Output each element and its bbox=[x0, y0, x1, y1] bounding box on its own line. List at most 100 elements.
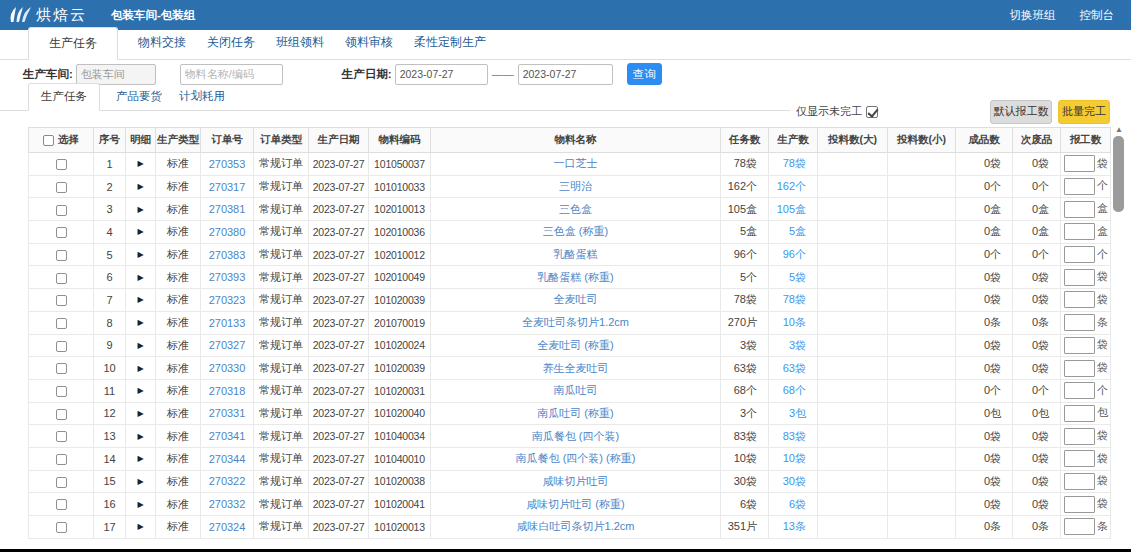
order-number-link[interactable]: 270381 bbox=[201, 198, 254, 221]
order-number-link[interactable]: 270393 bbox=[201, 266, 254, 289]
only-unfinished-checkbox[interactable] bbox=[866, 106, 878, 118]
scrollbar-thumb[interactable] bbox=[1113, 136, 1124, 212]
report-qty-input[interactable] bbox=[1064, 405, 1095, 422]
order-number-link[interactable]: 270353 bbox=[201, 153, 254, 176]
row-expander[interactable]: ▶ bbox=[126, 311, 156, 334]
report-qty-input[interactable] bbox=[1064, 291, 1095, 308]
row-checkbox[interactable] bbox=[56, 227, 67, 238]
material-name-link[interactable]: 南瓜吐司 bbox=[431, 379, 721, 402]
material-name-link[interactable]: 三色盒 bbox=[431, 198, 721, 221]
switch-team-link[interactable]: 切换班组 bbox=[1010, 8, 1056, 23]
material-name-link[interactable]: 一口芝士 bbox=[431, 153, 721, 176]
report-qty-input[interactable] bbox=[1064, 382, 1095, 399]
row-expander[interactable]: ▶ bbox=[126, 153, 156, 176]
produced-qty-link[interactable]: 13条 bbox=[769, 516, 818, 539]
row-checkbox[interactable] bbox=[56, 522, 67, 533]
produced-qty-link[interactable]: 162个 bbox=[769, 175, 818, 198]
material-name-link[interactable]: 养生全麦吐司 bbox=[431, 357, 721, 380]
order-number-link[interactable]: 270327 bbox=[201, 334, 254, 357]
order-number-link[interactable]: 270133 bbox=[201, 311, 254, 334]
order-number-link[interactable]: 270322 bbox=[201, 470, 254, 493]
row-checkbox[interactable] bbox=[56, 182, 67, 193]
produced-qty-link[interactable]: 3包 bbox=[769, 402, 818, 425]
produced-qty-link[interactable]: 10袋 bbox=[769, 447, 818, 470]
order-number-link[interactable]: 270330 bbox=[201, 357, 254, 380]
material-name-link[interactable]: 南瓜餐包 (四个装) bbox=[431, 425, 721, 448]
default-report-button[interactable]: 默认报工数 bbox=[990, 100, 1052, 124]
row-expander[interactable]: ▶ bbox=[126, 470, 156, 493]
material-name-link[interactable]: 南瓜餐包 (四个装) (称重) bbox=[431, 447, 721, 470]
material-name-link[interactable]: 三明治 bbox=[431, 175, 721, 198]
produced-qty-link[interactable]: 5袋 bbox=[769, 266, 818, 289]
material-name-link[interactable]: 咸味切片吐司 (称重) bbox=[431, 493, 721, 516]
batch-finish-button[interactable]: 批量完工 bbox=[1058, 100, 1110, 124]
material-name-link[interactable]: 咸味切片吐司 bbox=[431, 470, 721, 493]
order-number-link[interactable]: 270383 bbox=[201, 243, 254, 266]
row-checkbox[interactable] bbox=[56, 477, 67, 488]
row-checkbox[interactable] bbox=[56, 295, 67, 306]
material-name-link[interactable]: 全麦吐司条切片1.2cm bbox=[431, 311, 721, 334]
produced-qty-link[interactable]: 96个 bbox=[769, 243, 818, 266]
material-name-link[interactable]: 乳酪蛋糕 (称重) bbox=[431, 266, 721, 289]
material-name-link[interactable]: 全麦吐司 (称重) bbox=[431, 334, 721, 357]
row-expander[interactable]: ▶ bbox=[126, 175, 156, 198]
report-qty-input[interactable] bbox=[1064, 269, 1095, 286]
row-expander[interactable]: ▶ bbox=[126, 447, 156, 470]
report-qty-input[interactable] bbox=[1064, 155, 1095, 172]
main-tab-1[interactable]: 生产任务 bbox=[28, 27, 118, 60]
row-checkbox[interactable] bbox=[56, 205, 67, 216]
material-name-link[interactable]: 乳酪蛋糕 bbox=[431, 243, 721, 266]
produced-qty-link[interactable]: 5盒 bbox=[769, 221, 818, 244]
row-expander[interactable]: ▶ bbox=[126, 516, 156, 539]
produced-qty-link[interactable]: 105盒 bbox=[769, 198, 818, 221]
row-expander[interactable]: ▶ bbox=[126, 289, 156, 312]
material-name-link[interactable]: 咸味白吐司条切片1.2cm bbox=[431, 516, 721, 539]
order-number-link[interactable]: 270341 bbox=[201, 425, 254, 448]
report-qty-input[interactable] bbox=[1064, 201, 1095, 218]
produced-qty-link[interactable]: 30袋 bbox=[769, 470, 818, 493]
material-name-link[interactable]: 全麦吐司 bbox=[431, 289, 721, 312]
main-tab-4[interactable]: 班组领料 bbox=[275, 26, 325, 59]
row-checkbox[interactable] bbox=[56, 363, 67, 374]
date-from-input[interactable] bbox=[395, 64, 488, 85]
produced-qty-link[interactable]: 63袋 bbox=[769, 357, 818, 380]
row-expander[interactable]: ▶ bbox=[126, 334, 156, 357]
row-expander[interactable]: ▶ bbox=[126, 266, 156, 289]
material-search-input[interactable] bbox=[180, 64, 283, 85]
row-checkbox[interactable] bbox=[56, 250, 67, 261]
sub-tab-2[interactable]: 产品要货 bbox=[115, 83, 163, 110]
report-qty-input[interactable] bbox=[1064, 518, 1095, 535]
order-number-link[interactable]: 270317 bbox=[201, 175, 254, 198]
row-checkbox[interactable] bbox=[56, 341, 67, 352]
report-qty-input[interactable] bbox=[1064, 178, 1095, 195]
material-name-link[interactable]: 南瓜吐司 (称重) bbox=[431, 402, 721, 425]
row-expander[interactable]: ▶ bbox=[126, 379, 156, 402]
row-expander[interactable]: ▶ bbox=[126, 493, 156, 516]
row-expander[interactable]: ▶ bbox=[126, 402, 156, 425]
produced-qty-link[interactable]: 78袋 bbox=[769, 289, 818, 312]
date-to-input[interactable] bbox=[518, 64, 613, 85]
row-expander[interactable]: ▶ bbox=[126, 198, 156, 221]
row-checkbox[interactable] bbox=[56, 386, 67, 397]
row-checkbox[interactable] bbox=[56, 454, 67, 465]
report-qty-input[interactable] bbox=[1064, 337, 1095, 354]
main-tab-3[interactable]: 关闭任务 bbox=[206, 26, 256, 59]
workshop-input[interactable] bbox=[76, 64, 156, 85]
row-checkbox[interactable] bbox=[56, 431, 67, 442]
order-number-link[interactable]: 270380 bbox=[201, 221, 254, 244]
report-qty-input[interactable] bbox=[1064, 360, 1095, 377]
main-tab-2[interactable]: 物料交接 bbox=[137, 26, 187, 59]
row-expander[interactable]: ▶ bbox=[126, 357, 156, 380]
produced-qty-link[interactable]: 6袋 bbox=[769, 493, 818, 516]
produced-qty-link[interactable]: 3袋 bbox=[769, 334, 818, 357]
row-checkbox[interactable] bbox=[56, 318, 67, 329]
main-tab-6[interactable]: 柔性定制生产 bbox=[413, 26, 487, 59]
produced-qty-link[interactable]: 83袋 bbox=[769, 425, 818, 448]
select-all-checkbox[interactable] bbox=[43, 135, 54, 146]
row-expander[interactable]: ▶ bbox=[126, 425, 156, 448]
material-name-link[interactable]: 三色盒 (称重) bbox=[431, 221, 721, 244]
row-checkbox[interactable] bbox=[56, 499, 67, 510]
produced-qty-link[interactable]: 68个 bbox=[769, 379, 818, 402]
report-qty-input[interactable] bbox=[1064, 314, 1095, 331]
row-expander[interactable]: ▶ bbox=[126, 221, 156, 244]
